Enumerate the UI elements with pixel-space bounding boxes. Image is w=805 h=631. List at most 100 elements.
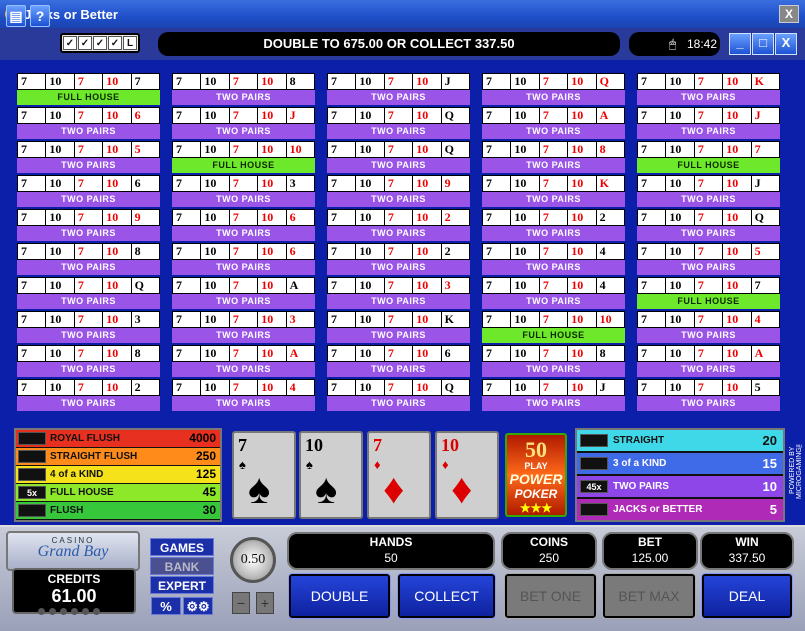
hand-name: TWO PAIRS bbox=[613, 481, 669, 492]
mini-card: 7 bbox=[540, 74, 569, 89]
paytable-left: ROYAL FLUSH 4000 STRAIGHT FLUSH 250 4 of a K… bbox=[14, 428, 222, 522]
hand-1: 7 10 7 10 7 FULL HOUSE bbox=[17, 73, 160, 105]
mini-card: 10 bbox=[46, 210, 75, 225]
mini-card: 10 bbox=[568, 380, 597, 395]
mini-card: 7 bbox=[328, 176, 357, 191]
percent-icon[interactable]: % bbox=[151, 597, 181, 615]
mini-card: 4 bbox=[289, 380, 296, 394]
card-suit-small-icon: ♠ bbox=[306, 457, 313, 472]
hand-result: TWO PAIRS bbox=[482, 90, 625, 105]
hand-result: TWO PAIRS bbox=[17, 328, 160, 343]
hand-38: 7 10 7 10 10 FULL HOUSE bbox=[482, 311, 625, 343]
expert-button[interactable]: EXPERT bbox=[150, 576, 214, 594]
option-toggle-5[interactable]: L bbox=[123, 36, 137, 50]
mini-card: 7 bbox=[695, 312, 724, 327]
hand-result: TWO PAIRS bbox=[637, 396, 780, 411]
bet-max-button[interactable]: BET MAX bbox=[602, 573, 696, 619]
mini-card: 7 bbox=[385, 142, 414, 157]
hands-grid: 7 10 7 10 7 FULL HOUSE 7 10 7 10 6 TWO PAIRS 7 10 7 10 5… bbox=[8, 64, 793, 416]
mini-card: 10 bbox=[46, 346, 75, 361]
mini-card: 10 bbox=[258, 312, 287, 327]
hand-name: 4 of a KIND bbox=[50, 469, 104, 480]
mini-card: 7 bbox=[638, 380, 667, 395]
double-button[interactable]: DOUBLE bbox=[288, 573, 391, 619]
mini-card: 5 bbox=[754, 244, 761, 258]
hand-cards: 7 10 7 10 4 bbox=[637, 311, 780, 328]
hand-cards: 7 10 7 10 6 bbox=[17, 107, 160, 124]
close-button[interactable]: X bbox=[775, 33, 797, 55]
mini-card: 7 bbox=[75, 346, 104, 361]
mini-card: 7 bbox=[483, 380, 512, 395]
win-label: WIN bbox=[735, 535, 759, 549]
mini-card: 10 bbox=[201, 74, 230, 89]
hand-result: TWO PAIRS bbox=[327, 124, 470, 139]
mini-card: 10 bbox=[511, 312, 540, 327]
option-toggle-3[interactable]: ✓ bbox=[93, 36, 107, 50]
coin-size-selector[interactable]: 0.50 bbox=[230, 537, 276, 583]
mini-card: 7 bbox=[328, 346, 357, 361]
hand-result: TWO PAIRS bbox=[482, 260, 625, 275]
mini-card: 10 bbox=[258, 142, 287, 157]
hand-cards: 7 10 7 10 6 bbox=[17, 175, 160, 192]
hand-result: TWO PAIRS bbox=[327, 362, 470, 377]
hand-cards: 7 10 7 10 9 bbox=[327, 175, 470, 192]
mini-card: 10 bbox=[258, 74, 287, 89]
mini-card: 8 bbox=[134, 244, 141, 258]
mini-card: 10 bbox=[723, 312, 752, 327]
mini-card: 10 bbox=[511, 380, 540, 395]
mini-card: 10 bbox=[356, 176, 385, 191]
mini-card: 10 bbox=[568, 142, 597, 157]
mini-card: 7 bbox=[695, 244, 724, 259]
window-close-button[interactable]: X bbox=[779, 5, 799, 23]
minimize-button[interactable]: _ bbox=[729, 33, 751, 55]
maximize-button[interactable]: □ bbox=[752, 33, 774, 55]
mini-card: 7 bbox=[230, 176, 259, 191]
mini-card: 7 bbox=[230, 142, 259, 157]
mini-card: 4 bbox=[599, 244, 606, 258]
mini-card: 7 bbox=[695, 176, 724, 191]
held-card-4[interactable]: 10 ♦ ♦ bbox=[435, 431, 499, 519]
mini-card: 6 bbox=[134, 108, 141, 122]
mini-card: 10 bbox=[258, 346, 287, 361]
mini-card: Q bbox=[444, 380, 454, 394]
menu-button[interactable]: ▤ bbox=[6, 5, 26, 27]
option-toggle-2[interactable]: ✓ bbox=[78, 36, 92, 50]
hand-result: TWO PAIRS bbox=[482, 158, 625, 173]
mini-card: 7 bbox=[695, 74, 724, 89]
mini-card: 7 bbox=[540, 278, 569, 293]
bank-button[interactable]: BANK bbox=[150, 557, 214, 575]
hand-13: 7 10 7 10 10 FULL HOUSE bbox=[172, 141, 315, 173]
coin-decrease-button[interactable]: − bbox=[232, 592, 250, 614]
mini-card: 7 bbox=[638, 142, 667, 157]
hand-cards: 7 10 7 10 4 bbox=[172, 379, 315, 396]
hand-result: TWO PAIRS bbox=[327, 90, 470, 105]
mini-card: A bbox=[754, 346, 764, 360]
mini-card: 7 bbox=[18, 74, 47, 89]
bet-one-button[interactable]: BET ONE bbox=[504, 573, 597, 619]
held-card-2[interactable]: 10 ♠ ♠ bbox=[299, 431, 363, 519]
card-rank: 7 bbox=[238, 435, 247, 455]
held-card-1[interactable]: 7 ♠ ♠ bbox=[232, 431, 296, 519]
option-toggle-4[interactable]: ✓ bbox=[108, 36, 122, 50]
deal-button[interactable]: DEAL bbox=[701, 573, 793, 619]
option-toggle-1[interactable]: ✓ bbox=[63, 36, 77, 50]
collect-button[interactable]: COLLECT bbox=[397, 573, 496, 619]
mini-card: 7 bbox=[483, 346, 512, 361]
payout-value: 125 bbox=[195, 467, 216, 481]
mini-card: 10 bbox=[723, 380, 752, 395]
games-button[interactable]: GAMES bbox=[150, 538, 214, 556]
mini-card: 10 bbox=[258, 278, 287, 293]
help-button[interactable]: ? bbox=[30, 5, 50, 27]
payout-value: 20 bbox=[762, 433, 777, 448]
mini-card: 7 bbox=[230, 380, 259, 395]
coin-increase-button[interactable]: + bbox=[256, 592, 274, 614]
hand-cards: 7 10 7 10 J bbox=[172, 107, 315, 124]
hand-cards: 7 10 7 10 2 bbox=[482, 209, 625, 226]
casino-logo-name: Grand Bay bbox=[37, 543, 109, 560]
hand-result: TWO PAIRS bbox=[17, 396, 160, 411]
settings-gear-icon[interactable]: ⚙⚙ bbox=[183, 597, 213, 615]
mini-card: 7 bbox=[18, 210, 47, 225]
hand-result: TWO PAIRS bbox=[327, 226, 470, 241]
held-card-3[interactable]: 7 ♦ ♦ bbox=[367, 431, 431, 519]
paytable-row: ROYAL FLUSH 4000 bbox=[16, 430, 220, 447]
